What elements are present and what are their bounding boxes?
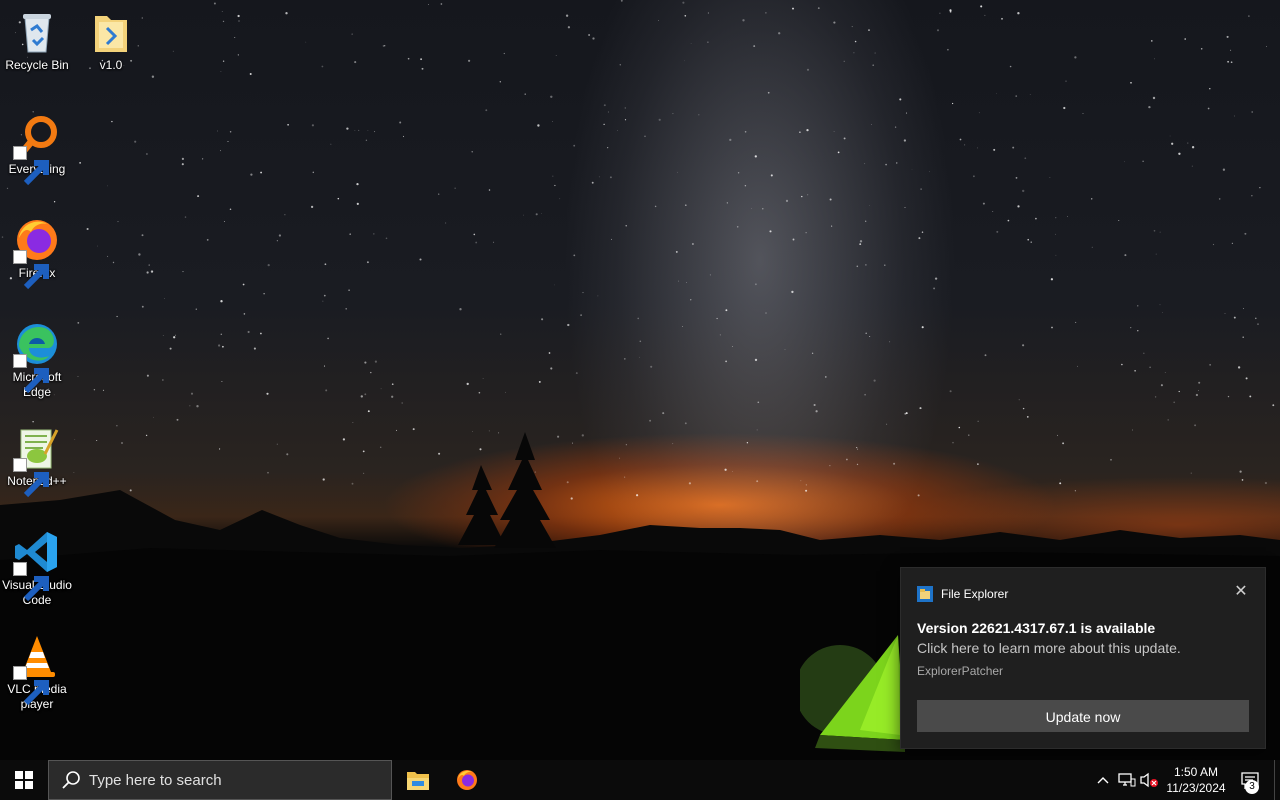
vlc-icon — [13, 632, 61, 706]
start-button[interactable] — [0, 760, 48, 800]
file-explorer-icon — [917, 586, 933, 602]
volume-muted-icon — [1140, 772, 1158, 788]
vscode-icon — [13, 528, 61, 602]
close-icon[interactable]: ✕ — [1233, 584, 1249, 600]
shortcut-arrow-icon — [13, 250, 49, 290]
taskbar-clock[interactable]: 1:50 AM 11/23/2024 — [1160, 760, 1232, 800]
folder-icon — [87, 8, 135, 56]
taskbar: Type here to search 1:50 AM 11/23/2024 — [0, 760, 1280, 800]
file-explorer-icon — [407, 772, 429, 790]
shortcut-arrow-icon — [13, 458, 49, 498]
clock-date: 11/23/2024 — [1166, 781, 1226, 795]
shortcut-arrow-icon — [13, 562, 49, 602]
desktop-icon-vlc[interactable]: VLC media player — [0, 624, 74, 712]
notepad-plus-plus-icon — [13, 424, 61, 498]
shortcut-arrow-icon — [13, 666, 49, 706]
firefox-icon — [457, 770, 477, 790]
desktop-icon-edge[interactable]: Microsoft Edge — [0, 312, 74, 400]
network-status-button[interactable] — [1116, 760, 1138, 800]
notification-attribution: ExplorerPatcher — [917, 664, 1004, 678]
search-placeholder: Type here to search — [89, 771, 222, 789]
shortcut-arrow-icon — [13, 354, 49, 394]
taskbar-file-explorer[interactable] — [394, 760, 442, 800]
update-notification-toast[interactable]: File Explorer ✕ Version 22621.4317.67.1 … — [900, 567, 1266, 749]
desktop-icon-notepad-plus-plus[interactable]: Notepad++ — [0, 416, 74, 498]
taskbar-search-box[interactable]: Type here to search — [48, 760, 392, 800]
notification-app-name: File Explorer — [941, 587, 1009, 601]
firefox-icon — [13, 216, 61, 290]
desktop-icon-everything[interactable]: Everything — [0, 104, 74, 186]
show-hidden-icons-button[interactable] — [1092, 760, 1114, 800]
desktop-icon-recycle-bin[interactable]: Recycle Bin — [0, 0, 74, 73]
notification-count-badge: 3 — [1245, 780, 1259, 794]
notification-body[interactable]: Click here to learn more about this upda… — [917, 640, 1181, 656]
show-desktop-button[interactable] — [1274, 760, 1280, 800]
shortcut-arrow-icon — [13, 146, 49, 186]
desktop-icon-label: v1.0 — [99, 58, 123, 72]
desktop-icon-v1-folder[interactable]: v1.0 — [74, 0, 148, 73]
everything-search-icon — [13, 112, 61, 186]
notification-title[interactable]: Version 22621.4317.67.1 is available — [917, 620, 1155, 636]
volume-button[interactable] — [1138, 760, 1160, 800]
windows-logo-icon — [15, 771, 33, 789]
notification-app-header: File Explorer — [917, 586, 1008, 602]
edge-icon — [13, 320, 61, 394]
desktop-icon-label: Recycle Bin — [5, 58, 69, 72]
recycle-bin-icon — [13, 8, 61, 56]
desktop-icon-firefox[interactable]: Firefox — [0, 208, 74, 290]
desktop-icon-vscode[interactable]: Visual Studio Code — [0, 520, 74, 608]
chevron-up-icon — [1097, 777, 1109, 784]
network-icon — [1118, 773, 1136, 787]
search-icon — [62, 771, 80, 789]
update-now-button[interactable]: Update now — [917, 700, 1249, 732]
taskbar-firefox[interactable] — [443, 760, 491, 800]
clock-time: 1:50 AM — [1173, 765, 1219, 779]
